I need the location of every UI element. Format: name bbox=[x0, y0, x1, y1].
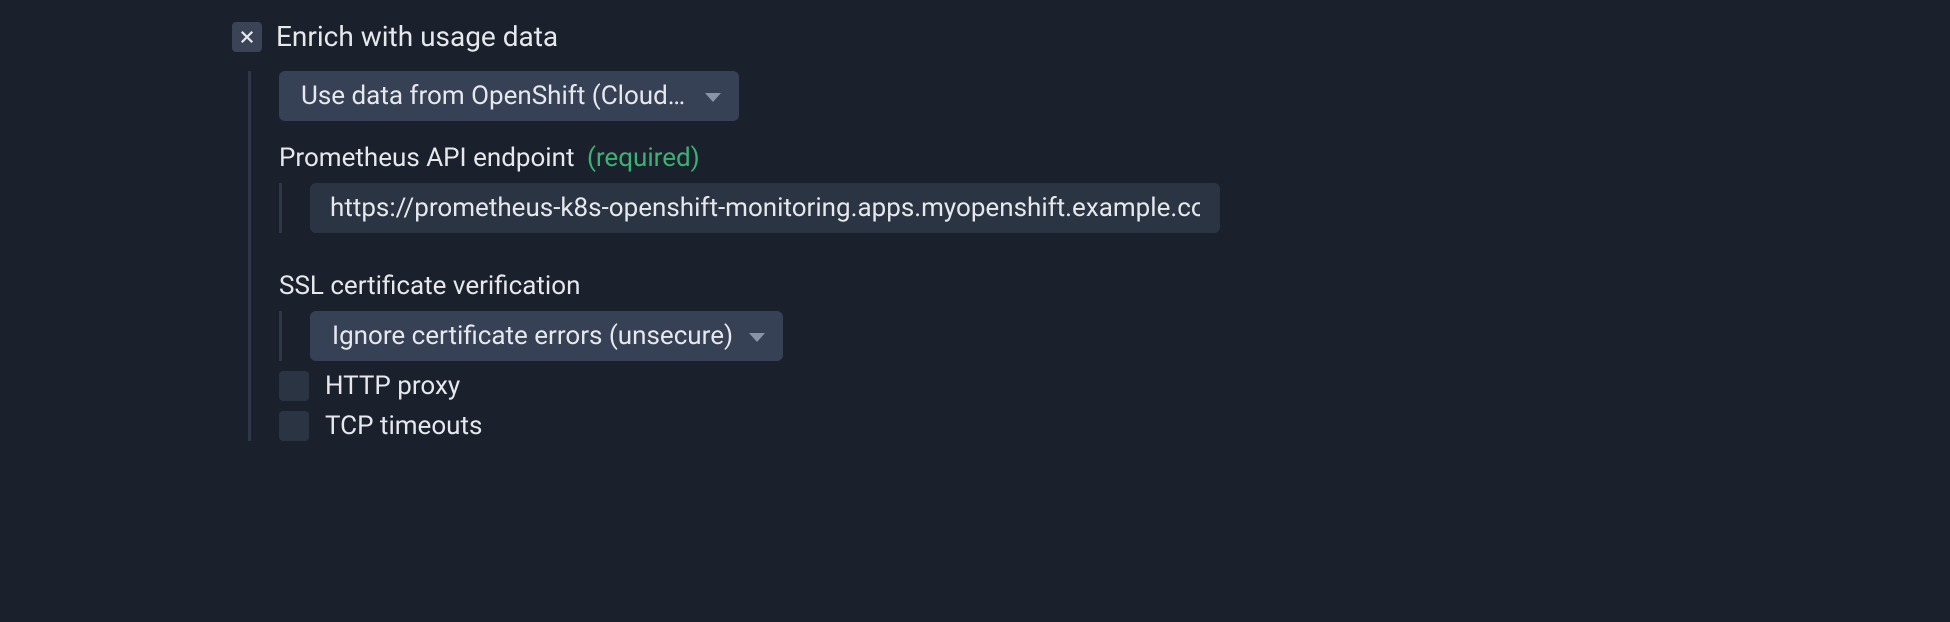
prometheus-endpoint-input[interactable] bbox=[310, 183, 1220, 233]
data-source-dropdown[interactable]: Use data from OpenShift (Cloud Editi… bbox=[279, 71, 739, 121]
tcp-timeouts-label: TCP timeouts bbox=[325, 411, 482, 441]
tcp-timeouts-row: TCP timeouts bbox=[279, 411, 1950, 441]
section-header: Enrich with usage data bbox=[232, 20, 1950, 53]
section-body: Use data from OpenShift (Cloud Editi… Pr… bbox=[248, 71, 1950, 441]
data-source-selected: Use data from OpenShift (Cloud Editi… bbox=[301, 81, 689, 111]
enrich-checkbox[interactable] bbox=[232, 22, 262, 52]
x-mark-icon bbox=[238, 28, 256, 46]
http-proxy-label: HTTP proxy bbox=[325, 371, 460, 401]
required-tag: (required) bbox=[587, 143, 700, 173]
ssl-field-group: SSL certificate verification Ignore cert… bbox=[279, 271, 1950, 361]
ssl-dropdown-wrap: Ignore certificate errors (unsecure) bbox=[279, 311, 1950, 361]
prometheus-field-group: Prometheus API endpoint (required) bbox=[279, 143, 1950, 233]
ssl-label: SSL certificate verification bbox=[279, 271, 1950, 301]
http-proxy-row: HTTP proxy bbox=[279, 371, 1950, 401]
chevron-down-icon bbox=[749, 333, 765, 342]
prometheus-label: Prometheus API endpoint bbox=[279, 143, 575, 173]
http-proxy-checkbox[interactable] bbox=[279, 371, 309, 401]
ssl-selected: Ignore certificate errors (unsecure) bbox=[332, 321, 733, 351]
prometheus-input-wrap bbox=[279, 183, 1950, 233]
ssl-verification-dropdown[interactable]: Ignore certificate errors (unsecure) bbox=[310, 311, 783, 361]
prometheus-label-row: Prometheus API endpoint (required) bbox=[279, 143, 1950, 173]
tcp-timeouts-checkbox[interactable] bbox=[279, 411, 309, 441]
chevron-down-icon bbox=[705, 93, 721, 102]
section-title: Enrich with usage data bbox=[276, 20, 558, 53]
